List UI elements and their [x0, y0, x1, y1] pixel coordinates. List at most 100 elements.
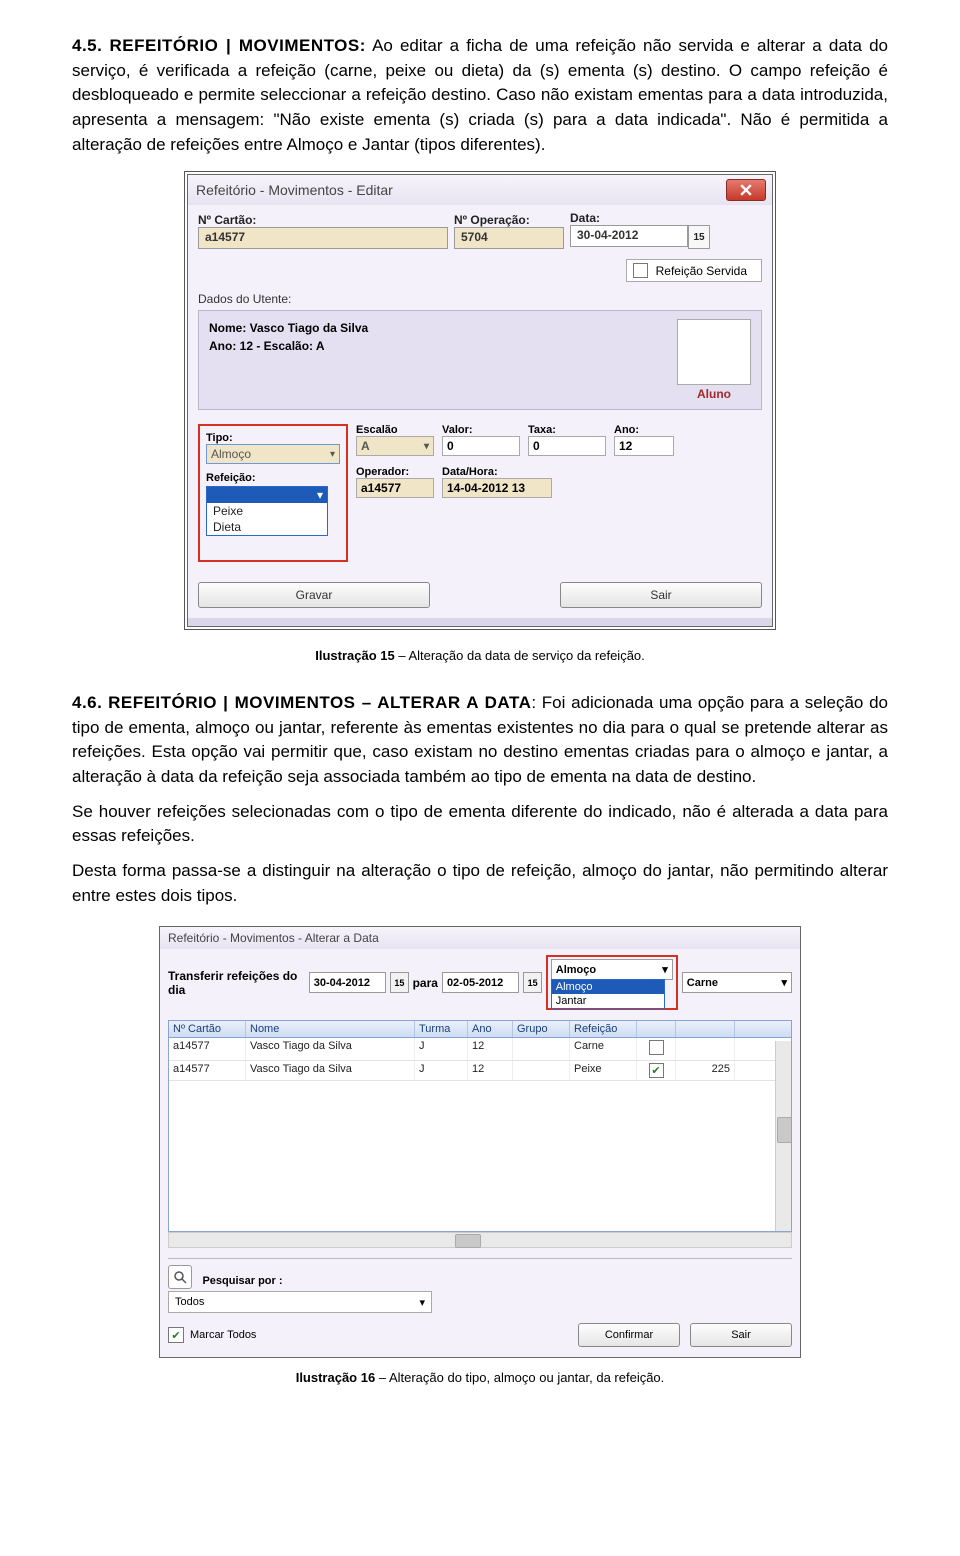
- input-data-origem[interactable]: 30-04-2012: [309, 972, 386, 993]
- chevron-down-icon: ▾: [330, 449, 335, 460]
- search-icon-button[interactable]: [168, 1265, 192, 1289]
- marcar-todos-toggle[interactable]: Marcar Todos: [168, 1327, 256, 1343]
- select-tipo-ementa[interactable]: Almoço ▾: [551, 959, 673, 980]
- input-operador: a14577: [356, 478, 434, 498]
- label-refeicao: Refeição:: [206, 472, 340, 484]
- refeicoes-table: Nº Cartão Nome Turma Ano Grupo Refeição …: [168, 1020, 792, 1232]
- cell-turma: J: [415, 1038, 468, 1060]
- option-jantar[interactable]: Jantar: [552, 994, 664, 1008]
- option-dieta[interactable]: Dieta: [207, 519, 327, 535]
- input-n-cartao[interactable]: a14577: [198, 227, 448, 249]
- caption-15-text: – Alteração da data de serviço da refeiç…: [395, 648, 645, 663]
- select-pesquisar-por[interactable]: Todos ▾: [168, 1291, 432, 1313]
- label-escalao: Escalão: [356, 424, 434, 436]
- sair-button[interactable]: Sair: [690, 1323, 792, 1347]
- table-row[interactable]: a14577 Vasco Tiago da Silva J 12 Carne: [169, 1038, 791, 1061]
- user-role: Aluno: [677, 387, 751, 401]
- label-servida: Refeição Servida: [656, 264, 747, 278]
- screenshot-editar-dialog: Refeitório - Movimentos - Editar Nº Cart…: [184, 171, 776, 630]
- sair-button[interactable]: Sair: [560, 582, 762, 608]
- label-data: Data:: [570, 211, 710, 225]
- label-para: para: [413, 976, 438, 990]
- label-n-operacao: Nº Operação:: [454, 213, 564, 227]
- label-n-cartao: Nº Cartão:: [198, 213, 448, 227]
- table-row[interactable]: a14577 Vasco Tiago da Silva J 12 Peixe 2…: [169, 1061, 791, 1081]
- label-operador: Operador:: [356, 466, 434, 478]
- input-valor[interactable]: 0: [442, 436, 520, 456]
- label-tipo: Tipo:: [206, 432, 340, 444]
- caption-15: Ilustração 15 – Alteração da data de ser…: [72, 648, 888, 663]
- cell-ano: 12: [468, 1061, 513, 1080]
- dialog-title-2: Refeitório - Movimentos - Alterar a Data: [160, 927, 800, 949]
- section-lead: REFEITÓRIO | MOVIMENTOS – ALTERAR A DATA: [108, 693, 531, 712]
- input-taxa[interactable]: 0: [528, 436, 606, 456]
- th-refeicao[interactable]: Refeição: [570, 1021, 637, 1037]
- select-refeicao-2[interactable]: Carne▾: [682, 972, 792, 993]
- screenshot-alterar-data: Refeitório - Movimentos - Alterar a Data…: [159, 926, 801, 1358]
- input-datahora: 14-04-2012 13: [442, 478, 552, 498]
- caption-15-bold: Ilustração 15: [315, 648, 395, 663]
- th-nome[interactable]: Nome: [246, 1021, 415, 1037]
- input-data-destino[interactable]: 02-05-2012: [442, 972, 519, 993]
- section-num: 4.5.: [72, 36, 102, 55]
- select-tipo-value: Almoço: [211, 447, 251, 461]
- label-marcar-todos: Marcar Todos: [190, 1329, 256, 1341]
- cell-name: Vasco Tiago da Silva: [246, 1061, 415, 1080]
- cell-price: 225: [676, 1061, 735, 1080]
- cell-checkbox[interactable]: [637, 1061, 676, 1080]
- calendar-button[interactable]: 15: [390, 972, 408, 993]
- option-almoco[interactable]: Almoço: [552, 980, 664, 994]
- select-refeicao-open[interactable]: ▾ Peixe Dieta: [206, 486, 328, 536]
- label-ano: Ano:: [614, 424, 674, 436]
- chevron-down-icon: ▾: [424, 441, 429, 452]
- th-grupo[interactable]: Grupo: [513, 1021, 570, 1037]
- caption-16-text: – Alteração do tipo, almoço ou jantar, d…: [375, 1370, 664, 1385]
- section-4-6: 4.6. REFEITÓRIO | MOVIMENTOS – ALTERAR A…: [72, 691, 888, 790]
- user-ano-escalao: Ano: 12 - Escalão: A: [209, 337, 368, 355]
- cell-grupo: [513, 1061, 570, 1080]
- th-turma[interactable]: Turma: [415, 1021, 468, 1037]
- calendar-button[interactable]: 15: [688, 225, 710, 249]
- cell-card: a14577: [169, 1038, 246, 1060]
- vertical-scrollbar[interactable]: [775, 1041, 791, 1231]
- close-button[interactable]: [726, 179, 766, 201]
- avatar: [677, 319, 751, 385]
- select-escalao[interactable]: A▾: [356, 436, 434, 456]
- select-pesquisar-value: Todos: [175, 1296, 204, 1308]
- section-num: 4.6.: [72, 693, 102, 712]
- select-refeicao-value: Carne: [687, 977, 718, 989]
- calendar-button[interactable]: 15: [523, 972, 541, 993]
- gravar-button[interactable]: Gravar: [198, 582, 430, 608]
- chevron-down-icon: ▾: [662, 963, 668, 976]
- cell-card: a14577: [169, 1061, 246, 1080]
- highlighted-select-tipo: Almoço ▾ Almoço Jantar: [546, 955, 678, 1010]
- refeicao-servida-toggle[interactable]: Refeição Servida: [626, 259, 762, 282]
- close-icon: [740, 184, 752, 196]
- label-valor: Valor:: [442, 424, 520, 436]
- caption-16: Ilustração 16 – Alteração do tipo, almoç…: [72, 1370, 888, 1385]
- section-4-5: 4.5. REFEITÓRIO | MOVIMENTOS: Ao editar …: [72, 34, 888, 157]
- search-icon: [173, 1270, 187, 1284]
- checkbox-icon: [633, 263, 648, 278]
- th-n-cartao[interactable]: Nº Cartão: [169, 1021, 246, 1037]
- cell-name: Vasco Tiago da Silva: [246, 1038, 415, 1060]
- input-n-operacao[interactable]: 5704: [454, 227, 564, 249]
- label-pesquisar: Pesquisar por :: [202, 1275, 282, 1287]
- horizontal-scrollbar[interactable]: [168, 1232, 792, 1248]
- cell-checkbox[interactable]: [637, 1038, 676, 1060]
- input-data[interactable]: 30-04-2012: [570, 225, 688, 247]
- select-tipo[interactable]: Almoço ▾: [206, 444, 340, 464]
- highlighted-tipo-refeicao: Tipo: Almoço ▾ Refeição: ▾ Peixe Dieta: [198, 424, 348, 562]
- confirmar-button[interactable]: Confirmar: [578, 1323, 680, 1347]
- label-transferir: Transferir refeições do dia: [168, 969, 305, 997]
- option-peixe[interactable]: Peixe: [207, 503, 327, 519]
- cell-grupo: [513, 1038, 570, 1060]
- cell-turma: J: [415, 1061, 468, 1080]
- checkbox-icon: [168, 1327, 184, 1343]
- select-tipo-value: Almoço: [556, 964, 596, 976]
- escalao-value: A: [361, 439, 370, 453]
- input-ano[interactable]: 12: [614, 436, 674, 456]
- caption-16-bold: Ilustração 16: [296, 1370, 376, 1385]
- th-ano[interactable]: Ano: [468, 1021, 513, 1037]
- section-lead: REFEITÓRIO | MOVIMENTOS:: [109, 36, 365, 55]
